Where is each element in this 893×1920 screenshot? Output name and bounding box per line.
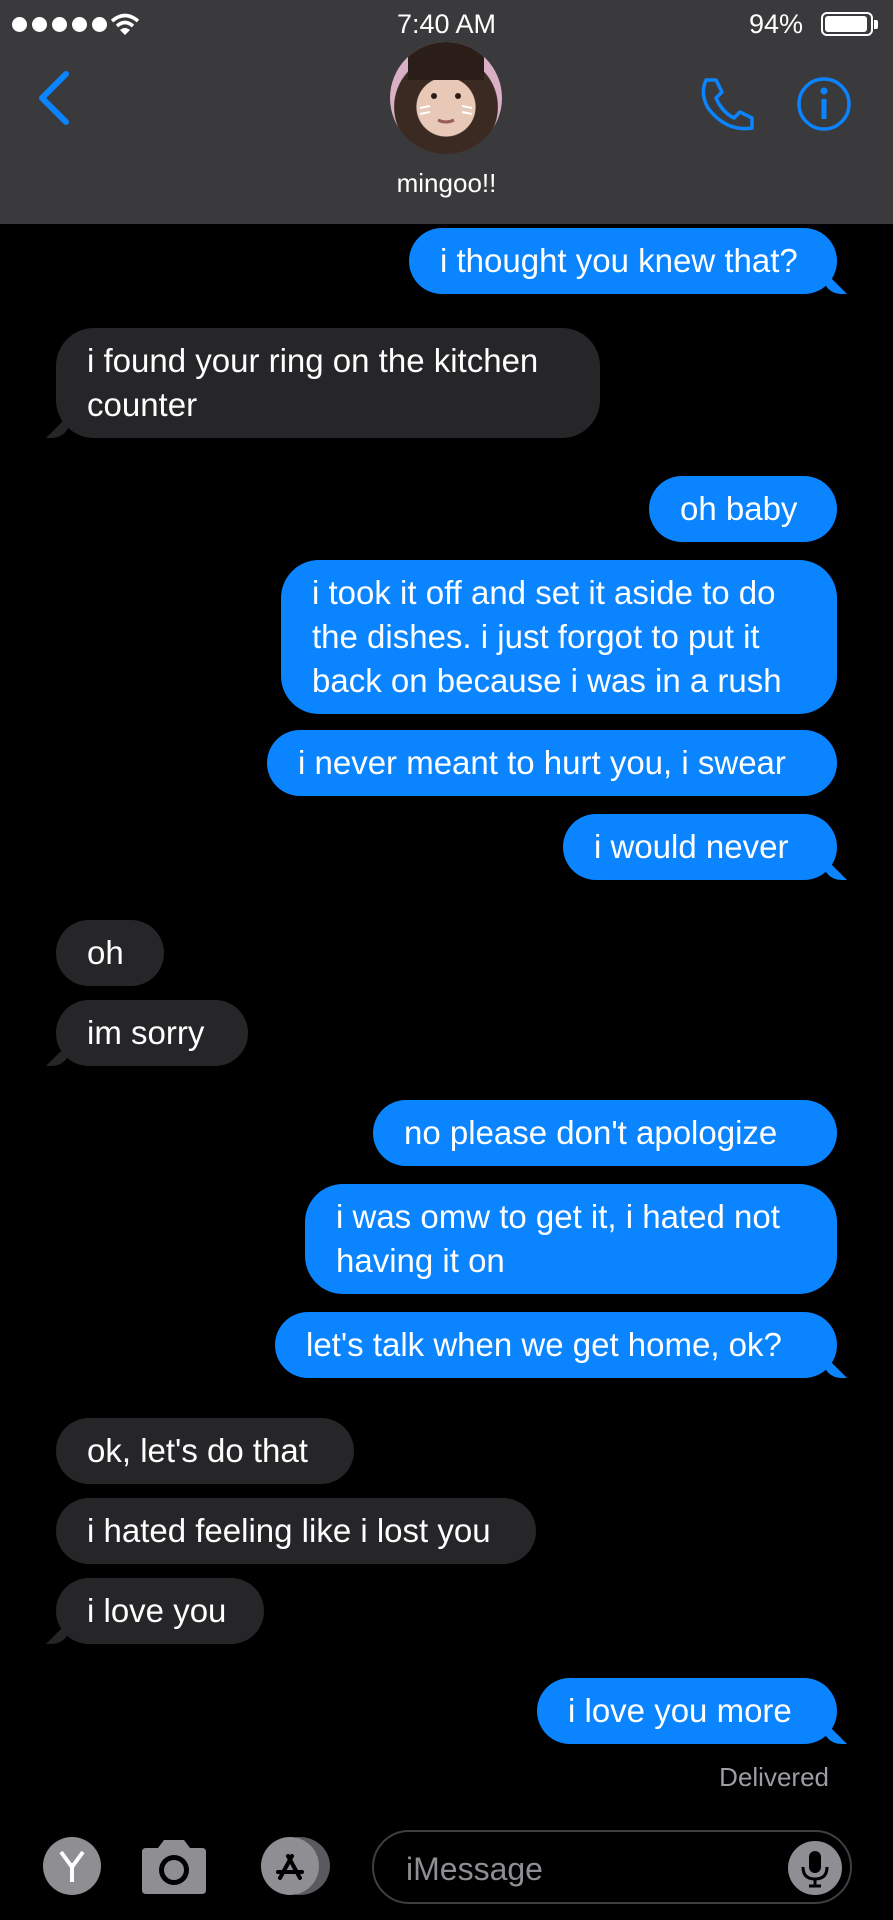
- microphone-icon: [801, 1851, 829, 1888]
- message-bubble-received[interactable]: i found your ring on the kitchen counter: [56, 328, 600, 438]
- battery-percent: 94%: [748, 9, 803, 39]
- message-bubble-sent[interactable]: let's talk when we get home, ok?: [275, 1312, 837, 1378]
- compose-bar: [0, 1820, 893, 1920]
- phone-icon[interactable]: [696, 76, 756, 132]
- camera-icon[interactable]: [138, 1836, 210, 1896]
- message-bubble-received[interactable]: i love you: [56, 1578, 264, 1644]
- message-bubble-sent[interactable]: i would never: [563, 814, 837, 880]
- message-bubble-received[interactable]: ok, let's do that: [56, 1418, 354, 1484]
- memoji-app-icon[interactable]: [42, 1836, 102, 1896]
- avatar-face: [408, 42, 484, 124]
- back-chevron-icon[interactable]: [34, 70, 74, 126]
- message-bubble-sent[interactable]: no please don't apologize: [373, 1100, 837, 1166]
- message-bubble-received[interactable]: im sorry: [56, 1000, 248, 1066]
- message-bubble-sent[interactable]: i never meant to hurt you, i swear: [267, 730, 837, 796]
- contact-avatar[interactable]: [390, 42, 502, 154]
- battery-icon: [821, 12, 878, 36]
- app-store-icon[interactable]: [252, 1834, 336, 1898]
- microphone-button[interactable]: [788, 1841, 842, 1895]
- message-bubble-received[interactable]: oh: [56, 920, 164, 986]
- message-bubble-sent[interactable]: i was omw to get it, i hated not having …: [305, 1184, 837, 1294]
- message-bubble-sent[interactable]: i thought you knew that?: [409, 228, 837, 294]
- info-icon[interactable]: [796, 76, 852, 132]
- message-bubble-sent[interactable]: i took it off and set it aside to do the…: [281, 560, 837, 714]
- message-input[interactable]: [404, 1846, 788, 1892]
- message-input-field[interactable]: [372, 1830, 852, 1904]
- conversation-header: 7:40 AM 94% mingoo!!: [0, 0, 893, 224]
- delivered-status: Delivered: [719, 1762, 829, 1792]
- contact-name[interactable]: mingoo!!: [0, 168, 893, 199]
- message-bubble-sent[interactable]: oh baby: [649, 476, 837, 542]
- message-bubble-sent[interactable]: i love you more: [537, 1678, 837, 1744]
- message-bubble-received[interactable]: i hated feeling like i lost you: [56, 1498, 536, 1564]
